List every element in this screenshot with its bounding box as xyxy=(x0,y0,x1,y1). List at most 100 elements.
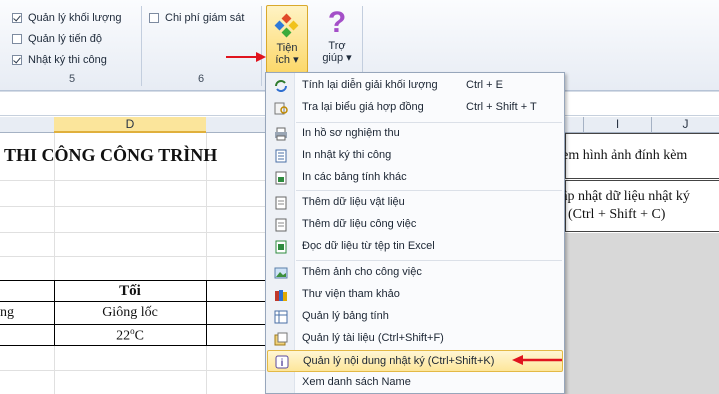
add-material-icon xyxy=(275,196,287,210)
menu-item-label: Quản lý tài liệu (Ctrl+Shift+F) xyxy=(302,332,444,344)
menu-item-label: In nhật ký thi công xyxy=(302,149,392,161)
tien-ich-label: Tiện xyxy=(276,42,298,54)
price-lookup-icon xyxy=(274,102,288,115)
menu-item-label: Thêm dữ liệu công việc xyxy=(302,218,417,230)
temp-value: 22 xyxy=(116,328,131,344)
tro-giup-label-2: giúp ▾ xyxy=(322,52,352,64)
document-manager-icon xyxy=(274,332,288,346)
menu-item-price-lookup[interactable]: Tra lại biểu giá hợp đồng Ctrl + Shift +… xyxy=(267,97,563,119)
print-icon xyxy=(275,127,287,141)
update-log-label: Cập nhật dữ liệu nhật ký xyxy=(552,189,690,204)
cell-ng: ng xyxy=(0,305,14,320)
menu-item-excel-import[interactable]: Đọc dữ liệu từ tệp tin Excel xyxy=(267,236,563,258)
menu-item-label: In các bảng tính khác xyxy=(302,171,407,183)
annotation-arrow-icon xyxy=(226,52,266,62)
checkbox-box[interactable] xyxy=(12,13,22,23)
tien-ich-button[interactable]: Tiện ích ▾ xyxy=(266,5,308,73)
checkbox-label: Quản lý tiến độ xyxy=(28,33,102,45)
group-label-5: 5 xyxy=(69,73,76,85)
group-separator xyxy=(261,6,262,86)
checkbox-quan-ly-tien-do[interactable]: Quản lý tiến độ xyxy=(12,31,102,47)
update-log-shortcut: (Ctrl + Shift + C) xyxy=(568,207,666,222)
tien-ich-label-2: ích ▾ xyxy=(275,54,299,66)
menu-item-label: Xem danh sách Name xyxy=(302,376,411,388)
column-header-d[interactable]: D xyxy=(54,117,206,133)
menu-item-label: Thư viện tham khảo xyxy=(302,288,400,300)
cell-temperature: 22oC xyxy=(54,326,206,345)
checkbox-box[interactable] xyxy=(12,34,22,44)
menu-item-document-manager[interactable]: Quản lý tài liệu (Ctrl+Shift+F) xyxy=(267,328,563,350)
excel-import-icon xyxy=(275,240,287,254)
checkbox-quan-ly-khoi-luong[interactable]: Quản lý khối lượng xyxy=(12,10,121,26)
add-task-icon xyxy=(275,218,287,232)
table-border xyxy=(0,301,266,302)
gridline xyxy=(0,370,266,371)
view-images-label: Xem hình ảnh đính kèm xyxy=(552,148,688,163)
view-images-button[interactable]: Xem hình ảnh đính kèm xyxy=(552,133,719,179)
checkbox-box[interactable] xyxy=(149,13,159,23)
menu-item-add-task[interactable]: Thêm dữ liệu công việc xyxy=(267,214,563,236)
menu-item-add-image[interactable]: Thêm ảnh cho công việc xyxy=(267,262,563,284)
right-gray-area xyxy=(565,233,719,394)
menu-separator xyxy=(296,190,562,191)
menu-item-print-acceptance[interactable]: In hồ sơ nghiệm thu xyxy=(267,123,563,145)
menu-item-print-log[interactable]: In nhật ký thi công xyxy=(267,145,563,167)
menu-item-label: Tính lại diễn giải khối lượng xyxy=(302,79,438,91)
log-content-icon: i xyxy=(275,355,289,369)
checkbox-label: Chi phí giám sát xyxy=(165,12,245,24)
column-header-h[interactable] xyxy=(563,117,583,133)
menu-item-names-list[interactable]: Xem danh sách Name xyxy=(267,372,563,394)
sheet-manager-icon xyxy=(274,310,288,324)
menu-item-label: Thêm ảnh cho công việc xyxy=(302,266,422,278)
menu-separator xyxy=(296,260,562,261)
menu-item-shortcut: Ctrl + E xyxy=(466,79,503,91)
group-separator xyxy=(141,6,142,86)
print-log-icon xyxy=(275,149,287,163)
gridline xyxy=(0,232,266,233)
print-sheets-icon xyxy=(275,171,287,185)
names-list-icon xyxy=(274,376,288,390)
menu-item-label: Quản lý nội dung nhật ký (Ctrl+Shift+K) xyxy=(303,355,495,367)
help-icon: ? xyxy=(327,6,347,39)
temp-c: C xyxy=(134,328,144,344)
column-header-c[interactable] xyxy=(0,117,54,133)
gridline xyxy=(0,206,266,207)
add-image-icon xyxy=(274,267,288,279)
menu-item-print-other-sheets[interactable]: In các bảng tính khác xyxy=(267,167,563,189)
column-header-j[interactable]: J xyxy=(651,117,719,133)
recalc-icon xyxy=(275,80,287,92)
tro-giup-label: Trợ xyxy=(328,40,346,52)
tien-ich-menu: Tính lại diễn giải khối lượng Ctrl + E T… xyxy=(265,72,565,394)
menu-item-add-material[interactable]: Thêm dữ liệu vật liệu xyxy=(267,192,563,214)
menu-item-label: In hồ sơ nghiệm thu xyxy=(302,127,400,139)
menu-item-label: Đọc dữ liệu từ tệp tin Excel xyxy=(302,240,435,252)
checkbox-label: Quản lý khối lượng xyxy=(28,12,122,24)
header-toi: Tối xyxy=(119,283,141,299)
table-border xyxy=(0,345,266,346)
group-label-6: 6 xyxy=(198,73,205,85)
menu-item-shortcut: Ctrl + Shift + T xyxy=(466,101,537,113)
menu-item-recalc[interactable]: Tính lại diễn giải khối lượng Ctrl + E xyxy=(267,75,563,97)
tro-giup-button[interactable]: ? Trợ giúp ▾ xyxy=(316,5,358,73)
cell-giong-loc: Giông lốc xyxy=(102,305,158,320)
svg-text:i: i xyxy=(281,358,284,369)
table-border xyxy=(0,324,266,325)
gridline xyxy=(0,256,266,257)
table-border xyxy=(206,280,207,346)
checkbox-chi-phi-giam-sat[interactable]: Chi phí giám sát xyxy=(149,10,244,26)
menu-item-library[interactable]: Thư viện tham khảo xyxy=(267,284,563,306)
menu-item-label: Tra lại biểu giá hợp đồng xyxy=(302,101,424,113)
menu-item-sheet-manager[interactable]: Quản lý bảng tính xyxy=(267,306,563,328)
sheet-title: THI CÔNG CÔNG TRÌNH xyxy=(4,145,218,165)
gridline xyxy=(0,180,266,181)
column-header-i[interactable]: I xyxy=(583,117,651,133)
column-header-e[interactable] xyxy=(206,117,266,133)
annotation-arrow-icon xyxy=(512,355,562,365)
checkbox-box[interactable] xyxy=(12,55,22,65)
library-icon xyxy=(275,290,287,301)
update-log-button[interactable]: Cập nhật dữ liệu nhật ký (Ctrl + Shift +… xyxy=(552,180,719,232)
table-border xyxy=(0,280,266,281)
checkbox-nhat-ky-thi-cong[interactable]: Nhật ký thi công xyxy=(12,52,107,68)
menu-item-label: Quản lý bảng tính xyxy=(302,310,389,322)
menu-item-label: Thêm dữ liệu vật liệu xyxy=(302,196,405,208)
